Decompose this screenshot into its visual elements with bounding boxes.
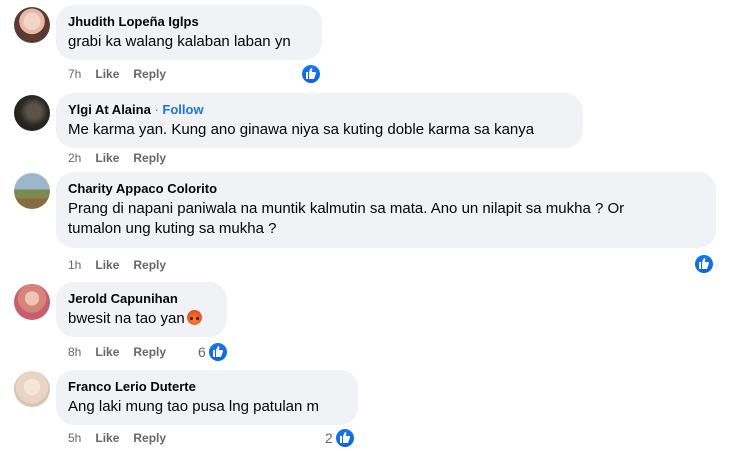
comment-text: grabi ka walang kalaban laban yn [68,33,291,50]
comment-actions: 2h Like Reply [68,150,180,166]
like-button[interactable]: Like [95,151,119,165]
angry-face-icon [186,310,202,325]
commenter-name[interactable]: Ylgi At Alaina [68,102,151,117]
reply-button[interactable]: Reply [133,258,166,272]
comment-text: Me karma yan. Kung ano ginawa niya sa ku… [68,121,535,138]
comment-actions: 8h Like Reply [68,344,180,360]
reaction-count[interactable]: 6 [198,344,206,360]
comment-text: Ang laki mung tao pusa lng patulan m [68,398,319,415]
commenter-name[interactable]: Jhudith Lopeña Iglps [68,13,310,30]
comment-text-line-2: tumalon ung kuting sa mukha ? [68,220,277,237]
comment-time[interactable]: 2h [68,151,81,165]
comment-actions: 7h Like Reply [68,66,180,82]
comment-bubble: Ylgi At Alaina · Follow Me karma yan. Ku… [56,93,583,148]
avatar[interactable] [14,173,50,209]
avatar[interactable] [14,7,50,43]
comment-time[interactable]: 8h [68,345,81,359]
comment-bubble: Franco Lerio Duterte Ang laki mung tao p… [56,370,358,425]
comment-text-line-1: Prang di napani paniwala na muntik kalmu… [68,200,625,217]
avatar[interactable] [14,95,50,131]
commenter-name[interactable]: Franco Lerio Duterte [68,378,346,395]
comment-bubble: Charity Appaco Colorito Prang di napani … [56,172,716,248]
commenter-name-row: Ylgi At Alaina · Follow [68,101,571,118]
comment-time[interactable]: 5h [68,431,81,445]
comment-time[interactable]: 7h [68,67,81,81]
comment-actions: 5h Like Reply [68,430,180,446]
thumbs-up-icon[interactable] [693,253,715,275]
avatar[interactable] [14,371,50,407]
reaction-count[interactable]: 2 [325,430,333,446]
separator-dot: · [154,102,159,117]
avatar[interactable] [14,284,50,320]
like-button[interactable]: Like [95,431,119,445]
reply-button[interactable]: Reply [133,151,166,165]
comment-time[interactable]: 1h [68,258,81,272]
reply-button[interactable]: Reply [133,345,166,359]
thumbs-up-icon[interactable] [334,427,356,449]
comment-text-row: bwesit na tao yan [68,309,215,329]
follow-link[interactable]: Follow [162,102,203,117]
commenter-name[interactable]: Charity Appaco Colorito [68,180,704,197]
comment-text: bwesit na tao yan [68,310,185,327]
reply-button[interactable]: Reply [133,67,166,81]
like-button[interactable]: Like [95,67,119,81]
comment-actions: 1h Like Reply [68,257,180,273]
reply-button[interactable]: Reply [133,431,166,445]
thumbs-up-icon[interactable] [300,63,322,85]
like-button[interactable]: Like [95,258,119,272]
comment-bubble: Jerold Capunihan bwesit na tao yan [56,282,227,337]
comment-bubble: Jhudith Lopeña Iglps grabi ka walang kal… [56,5,322,60]
like-button[interactable]: Like [95,345,119,359]
thumbs-up-icon[interactable] [207,341,229,363]
commenter-name[interactable]: Jerold Capunihan [68,290,215,307]
